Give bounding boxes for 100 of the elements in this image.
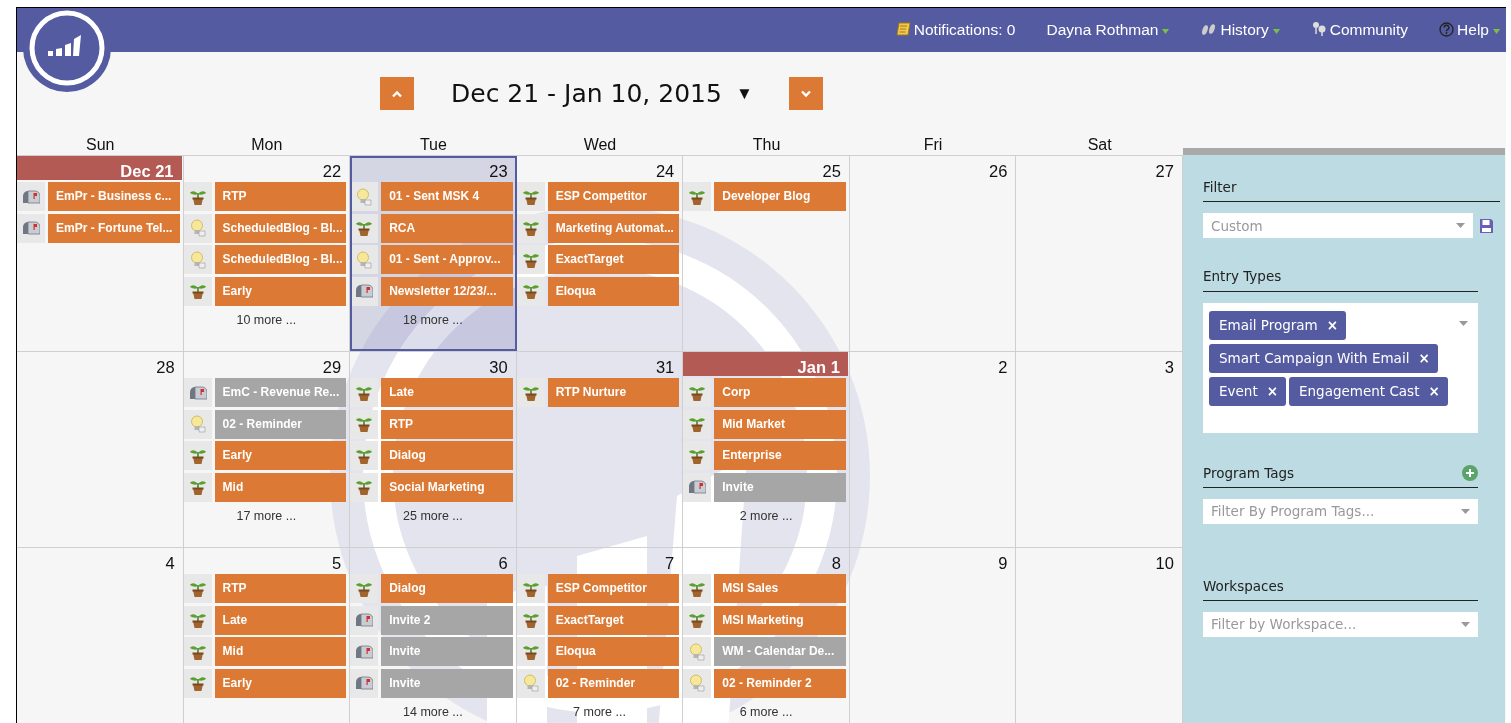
more-link[interactable]: 6 more ... — [739, 705, 793, 720]
day-cell[interactable]: 22 RTP ScheduledBlog - Bl... ScheduledBlog - Bl... Early 10 more ... — [183, 156, 351, 351]
calendar-entry[interactable]: ScheduledBlog - Bl... — [214, 245, 347, 275]
entry-type-tag[interactable]: Email Program × — [1209, 310, 1347, 340]
remove-button[interactable]: × — [1428, 383, 1440, 399]
calendar-entry[interactable]: ESP Competitor — [547, 574, 680, 603]
calendar-entry[interactable]: WM - Calendar De... — [714, 637, 846, 667]
remove-button[interactable]: × — [1326, 316, 1339, 333]
calendar-entry[interactable]: RTP — [214, 182, 347, 211]
day-cell[interactable]: 30 Late RTP Dialog Social Marketing 25 more ... — [350, 352, 517, 547]
save-icon[interactable] — [1479, 217, 1494, 234]
more-link[interactable]: 10 more ... — [236, 313, 297, 328]
add-icon[interactable] — [1462, 464, 1478, 481]
nav-link[interactable]: History — [1200, 18, 1280, 42]
calendar-entry[interactable]: Marketing Automat... — [547, 213, 680, 243]
calendar-entry[interactable]: Invite — [381, 637, 513, 667]
day-cell[interactable]: Dec 21 EmPr - Business c... EmPr - Fortune Tel... — [17, 156, 184, 351]
day-cell[interactable]: 7 ESP Competitor ExactTarget Eloqua 02 - Reminder 7 more ... — [516, 548, 684, 723]
calendar-entry[interactable]: RCA — [381, 213, 513, 243]
more-link[interactable]: 18 more ... — [403, 313, 463, 328]
day-cell[interactable]: Jan 1 Corp Mid Market Enterprise Invite 2 more ... — [683, 352, 850, 547]
day-cell[interactable]: 29 EmC - Revenue Re... 02 - Reminder Early Mid 17 more ... — [183, 352, 351, 547]
calendar-entry[interactable]: Early — [214, 441, 347, 471]
date-range-title[interactable]: Dec 21 - Jan 10, 2015 — [451, 74, 722, 113]
nav-link[interactable]: Notifications: 0 — [895, 18, 1016, 42]
plant-icon — [516, 574, 545, 603]
calendar-entry[interactable]: Enterprise — [714, 441, 846, 471]
calendar-entry[interactable]: Invite — [381, 668, 513, 698]
calendar-entry[interactable]: 02 - Reminder — [214, 409, 347, 439]
remove-button[interactable]: × — [1266, 383, 1278, 399]
remove-button[interactable]: × — [1418, 349, 1430, 366]
calendar-entry[interactable]: Late — [214, 605, 347, 635]
day-cell[interactable]: 27 — [1016, 156, 1183, 351]
entry-type-tag[interactable]: Engagement Cast × — [1289, 377, 1448, 407]
calendar-entry[interactable]: Early — [214, 276, 347, 306]
more-link[interactable]: 17 more ... — [236, 509, 297, 524]
calendar-entry[interactable]: Invite 2 — [381, 605, 513, 635]
calendar-entry[interactable]: Developer Blog — [714, 182, 846, 211]
calendar-entry[interactable]: Mid — [214, 472, 347, 502]
calendar-entry[interactable]: EmPr - Fortune Tel... — [48, 213, 180, 243]
day-cell[interactable]: 8 MSI Sales MSI Marketing WM - Calendar De... 02 - Reminder 2 6 more ... — [683, 548, 850, 723]
program-tags-field[interactable]: Filter By Program Tags... — [1203, 498, 1478, 524]
calendar-entry[interactable]: ExactTarget — [547, 245, 680, 275]
calendar-entry[interactable]: EmPr - Business c... — [48, 182, 180, 211]
next-button[interactable] — [788, 77, 823, 110]
calendar-entry[interactable]: MSI Marketing — [714, 605, 846, 635]
day-cell[interactable]: 9 — [849, 548, 1017, 723]
plant-icon — [183, 605, 212, 635]
calendar-entry[interactable]: Early — [214, 668, 347, 698]
day-cell[interactable]: 5 RTP Late Mid Early — [183, 548, 351, 723]
day-cell[interactable]: 6 Dialog Invite 2 Invite Invite 14 more ... — [350, 548, 517, 723]
calendar-entry[interactable]: ESP Competitor — [547, 182, 680, 211]
calendar-entry[interactable]: ExactTarget — [547, 605, 680, 635]
dropdown-caret[interactable]: ▼ — [735, 80, 753, 107]
plant-icon — [350, 378, 379, 407]
filter-select[interactable]: Custom — [1203, 213, 1473, 239]
calendar-entry[interactable]: MSI Sales — [714, 574, 846, 603]
calendar-entry[interactable]: 01 - Sent MSK 4 — [381, 182, 513, 211]
calendar-entry[interactable]: ScheduledBlog - Bl... — [214, 213, 347, 243]
day-cell[interactable]: 3 — [1016, 352, 1183, 547]
calendar-entry[interactable]: EmC - Revenue Re... — [214, 378, 347, 407]
calendar-entry[interactable]: 02 - Reminder — [547, 668, 680, 698]
calendar-entry[interactable]: 02 - Reminder 2 — [714, 668, 846, 698]
previous-button[interactable] — [380, 77, 414, 110]
entry-type-tag[interactable]: Event × — [1209, 377, 1286, 407]
calendar-entry[interactable]: Social Marketing — [381, 472, 513, 502]
calendar-entry[interactable]: Dialog — [381, 574, 513, 603]
calendar-entry[interactable]: Eloqua — [547, 637, 680, 667]
calendar-entry[interactable]: RTP — [381, 409, 513, 439]
calendar-entry[interactable]: RTP — [214, 574, 347, 603]
more-link[interactable]: 14 more ... — [403, 705, 463, 720]
day-cell[interactable]: 10 — [1016, 548, 1183, 723]
entry-type-tag[interactable]: Smart Campaign With Email × — [1209, 343, 1438, 373]
day-cell[interactable]: 25 Developer Blog — [683, 156, 850, 351]
calendar-entry[interactable]: Invite — [714, 472, 846, 502]
day-cell[interactable]: 4 — [17, 548, 184, 723]
calendar-entry[interactable]: Late — [381, 378, 513, 407]
calendar-entry[interactable]: Newsletter 12/23/... — [381, 276, 513, 306]
calendar-entry[interactable]: Mid Market — [714, 409, 846, 439]
nav-link[interactable]: Community — [1310, 18, 1409, 42]
day-cell[interactable]: 26 — [849, 156, 1017, 351]
day-number: 22 — [322, 162, 342, 180]
day-cell[interactable]: 2 — [849, 352, 1017, 547]
day-cell[interactable]: 31 RTP Nurture — [516, 352, 684, 547]
more-link[interactable]: 7 more ... — [573, 705, 626, 720]
calendar-entry[interactable]: RTP Nurture — [547, 378, 680, 407]
entry-types-field[interactable]: Email Program × Smart Campaign With Email × Event × Engagement Cast × — [1203, 302, 1478, 433]
day-cell[interactable]: 24 ESP Competitor Marketing Automat... ExactTarget Eloqua — [516, 156, 684, 351]
day-cell[interactable]: 28 — [17, 352, 184, 547]
calendar-entry[interactable]: Dialog — [381, 441, 513, 471]
user-menu[interactable]: Dayna Rothman — [1046, 18, 1170, 42]
more-link[interactable]: 2 more ... — [739, 509, 793, 524]
more-link[interactable]: 25 more ... — [403, 509, 463, 524]
day-cell[interactable]: 23 01 - Sent MSK 4 RCA 01 - Sent - Approv... Newsletter 12/23/... 18 more ... — [350, 156, 517, 351]
calendar-entry[interactable]: Corp — [714, 378, 846, 407]
calendar-entry[interactable]: Eloqua — [547, 276, 680, 306]
calendar-entry[interactable]: Mid — [214, 637, 347, 667]
calendar-entry[interactable]: 01 - Sent - Approv... — [381, 245, 513, 275]
workspace-field[interactable]: Filter by Workspace... — [1203, 612, 1478, 637]
nav-link[interactable]: Help — [1439, 18, 1500, 42]
